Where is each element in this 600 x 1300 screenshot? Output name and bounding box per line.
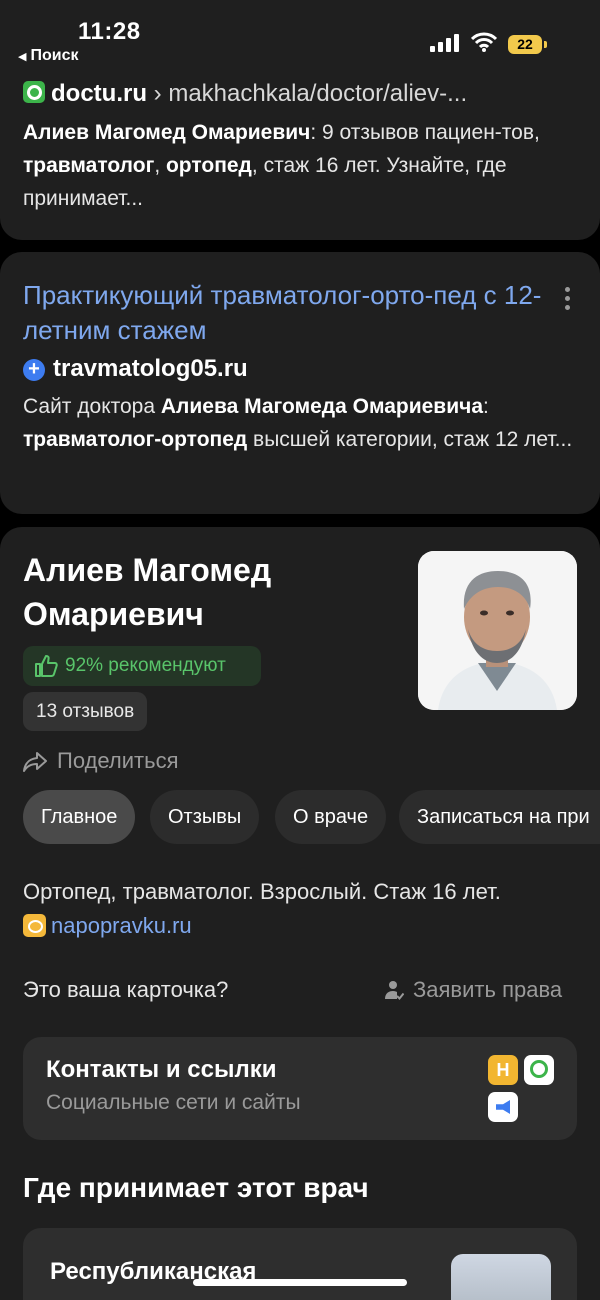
result-snippet: Алиев Магомед Омариевич: 9 отзывов пацие… [23,116,583,215]
search-green-icon [524,1055,554,1085]
more-options-icon[interactable] [562,287,572,313]
clinic-photo [451,1254,551,1300]
doctor-portrait-image [418,551,577,710]
back-triangle-icon: ◀ [18,51,27,63]
snippet-part: : 9 отзывов пациен-тов, [310,121,540,144]
megaphone-icon [488,1092,518,1122]
back-to-app-button[interactable]: ◀ Поиск [18,47,78,65]
result-source[interactable]: + travmatolog05.ru [23,355,248,383]
own-card-question: Это ваша карточка? [23,977,229,1002]
snippet-part: ортопед [165,154,252,177]
battery-tip [544,41,547,48]
snippet-part: : [483,395,489,418]
result-source-host: travmatolog05.ru [53,355,248,382]
doctor-description: Ортопед, травматолог. Взрослый. Стаж 16 … [23,879,501,904]
tab-reviews[interactable]: Отзывы [150,790,260,844]
result-host: doctu.ru [51,80,147,107]
claim-rights-label: Заявить права [413,977,563,1002]
where-works-heading: Где принимает этот врач [23,1172,369,1203]
snippet-part: высшей категории, стаж 12 лет... [247,428,573,451]
napopravku-icon [23,914,46,937]
recommend-badge: 92% рекомендуют [23,646,261,686]
plus-favicon-icon: + [23,359,45,381]
contacts-subtitle: Социальные сети и сайты [46,1091,301,1114]
clinic-card[interactable]: Республиканская [23,1228,577,1300]
snippet-part: Сайт доктора [23,395,161,418]
contacts-links-card[interactable]: Контакты и ссылки Социальные сети и сайт… [23,1037,577,1140]
result-snippet: Сайт доктора Алиева Магомеда Омариевича:… [23,390,583,456]
share-label: Поделиться [57,748,179,773]
snippet-part: травматолог [23,154,155,177]
battery-indicator: 22 [508,35,542,54]
recommend-text: 92% рекомендуют [65,655,226,676]
claim-rights-button[interactable]: Заявить права [384,973,562,1006]
reviews-count-chip[interactable]: 13 отзывов [23,692,148,731]
doctu-favicon-icon [23,81,45,103]
thumbs-up-icon [35,655,58,677]
share-button[interactable]: Поделиться [23,745,178,777]
tab-about-doctor[interactable]: О враче [275,790,387,844]
snippet-part: Алиева Магомеда Омариевича [160,395,484,418]
contacts-title: Контакты и ссылки [46,1056,277,1083]
result-breadcrumb[interactable]: doctu.ru › makhachkala/doctor/aliev-... [23,80,467,108]
result-title-link[interactable]: Практикующий травматолог-орто-пед с 12-л… [23,278,548,348]
status-time: 11:28 [78,18,141,45]
source-link-label: napopravku.ru [51,913,192,938]
tab-main[interactable]: Главное [23,790,136,844]
status-bar: 11:28 ◀ Поиск 22 [0,0,600,76]
source-link-napopravku[interactable]: napopravku.ru [23,909,192,942]
home-indicator[interactable] [193,1279,407,1286]
wifi-icon [471,32,497,52]
napopravku-h-icon: Н [488,1055,518,1085]
share-arrow-icon [23,752,47,772]
doctor-photo[interactable] [418,551,577,710]
back-app-label: Поиск [30,47,79,64]
result-path: › makhachkala/doctor/aliev-... [153,80,468,107]
snippet-part: , [154,154,166,177]
cellular-signal-icon [430,34,459,52]
doctor-name: Алиев Магомед Омариевич [23,552,272,632]
user-check-icon [385,981,404,1000]
snippet-part: Алиев Магомед Омариевич [23,121,311,144]
tab-book-appointment[interactable]: Записаться на при [399,790,600,844]
snippet-part: травматолог-ортопед [23,428,248,451]
